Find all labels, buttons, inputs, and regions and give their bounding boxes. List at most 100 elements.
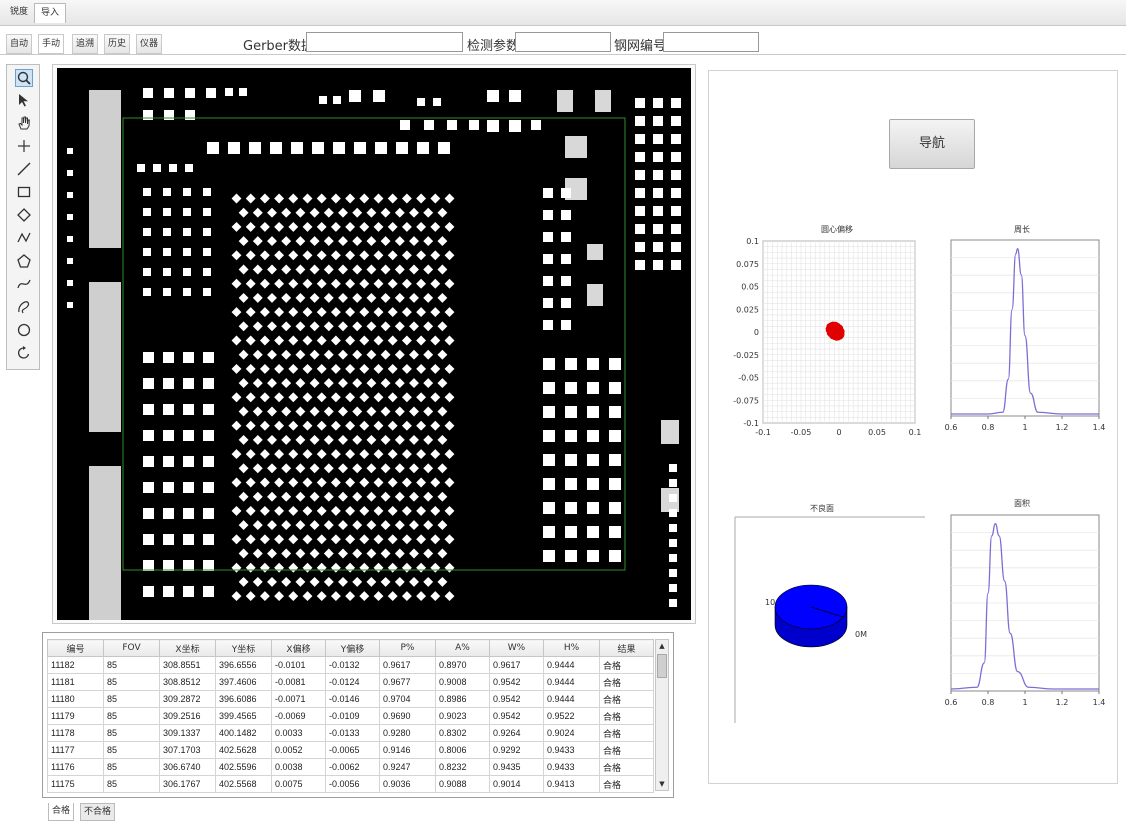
bga-pad	[380, 548, 391, 559]
bga-pad	[330, 250, 341, 261]
bga-pad	[409, 463, 419, 474]
solder-pad	[89, 466, 121, 620]
table-row[interactable]: 11175 85 306.1767 402.5568 0.0075 -0.0056 0.90…	[47, 775, 654, 793]
solder-pad	[587, 454, 599, 466]
diamond-icon[interactable]	[16, 207, 32, 223]
bga-pad	[323, 491, 334, 502]
scroll-down-icon[interactable]: ▼	[656, 778, 668, 790]
table-cell: -0.0109	[325, 707, 380, 725]
table-cell: 402.5596	[215, 758, 272, 776]
bga-pad	[316, 534, 327, 545]
rectangle-icon[interactable]	[16, 184, 32, 200]
bga-pad	[366, 207, 377, 218]
table-row[interactable]: 11178 85 309.1337 400.1482 0.0033 -0.0133 0.92…	[47, 724, 654, 742]
gerber-field[interactable]	[306, 32, 463, 52]
scroll-thumb[interactable]	[657, 654, 667, 678]
bga-pad	[430, 278, 441, 289]
solder-pad	[203, 456, 214, 467]
tab-auto[interactable]: 自动	[6, 34, 33, 54]
menu-tab-sharpness[interactable]: 锐度	[4, 3, 34, 23]
bga-pad	[366, 463, 377, 474]
bga-pad	[302, 392, 313, 403]
toolbar: 自动 手动 追溯 历史 仪器 Gerber数据 检测参数 钢网编号	[0, 30, 1126, 56]
table-cell: 0.0052	[271, 741, 326, 759]
freehand-icon[interactable]	[16, 299, 32, 315]
inspect-param-field[interactable]	[515, 32, 611, 52]
bga-pad	[330, 449, 341, 460]
rotate-icon[interactable]	[16, 345, 32, 361]
bga-pad	[409, 520, 419, 531]
bga-pad	[359, 335, 370, 346]
bga-pad	[366, 349, 377, 360]
line-icon[interactable]	[16, 161, 32, 177]
tab-fail[interactable]: 不合格	[80, 803, 116, 821]
pointer-arrow-icon[interactable]	[16, 92, 32, 108]
table-row[interactable]: 11176 85 306.6740 402.5596 0.0038 -0.0062 0.92…	[47, 758, 654, 776]
bga-pad	[373, 335, 384, 346]
solder-pad	[143, 208, 151, 216]
tab-pass[interactable]: 合格	[48, 803, 75, 821]
column-header[interactable]: H%	[543, 639, 600, 657]
bga-pad	[437, 406, 448, 417]
hand-icon[interactable]	[16, 115, 32, 131]
column-header[interactable]: A%	[435, 639, 490, 657]
bga-pad	[259, 335, 270, 346]
solder-pad	[671, 116, 681, 126]
solder-pad	[143, 378, 154, 389]
tab-manual[interactable]: 手动	[38, 34, 65, 54]
x-tick-label: 0	[836, 428, 841, 437]
solder-pad	[249, 142, 261, 154]
menu-tab-import[interactable]: 导入	[34, 3, 67, 23]
table-row[interactable]: 11181 85 308.8512 397.4606 -0.0081 -0.0124 0.9…	[47, 673, 654, 691]
column-header[interactable]: 编号	[47, 639, 104, 657]
column-header[interactable]: W%	[489, 639, 544, 657]
y-tick-label: -0.075	[733, 396, 759, 405]
bga-pad	[245, 250, 256, 261]
solder-pad	[565, 136, 587, 158]
solder-pad	[163, 586, 174, 597]
bga-pad	[423, 491, 434, 502]
column-header[interactable]: 结果	[599, 639, 654, 657]
solder-pad	[67, 236, 73, 242]
polyline-icon[interactable]	[16, 230, 32, 246]
stencil-id-field[interactable]	[663, 32, 759, 52]
solder-pad	[557, 90, 573, 112]
column-header[interactable]: Y坐标	[215, 639, 272, 657]
solder-pad	[669, 509, 677, 517]
column-header[interactable]: P%	[379, 639, 436, 657]
solder-pad	[565, 430, 577, 442]
pcb-canvas[interactable]	[57, 68, 691, 620]
table-scrollbar[interactable]: ▲ ▼	[655, 639, 669, 791]
navigate-button[interactable]: 导航	[889, 119, 975, 169]
tab-trace[interactable]: 追溯	[72, 34, 99, 54]
circle-icon[interactable]	[16, 322, 32, 338]
bga-pad	[387, 505, 398, 516]
solder-pad	[203, 188, 211, 196]
solder-pad	[183, 378, 194, 389]
curve-icon[interactable]	[16, 276, 32, 292]
bga-pad	[387, 562, 398, 573]
table-row[interactable]: 11182 85 308.8551 396.6556 -0.0101 -0.0132 0.9…	[47, 656, 654, 674]
column-header[interactable]: X坐标	[159, 639, 216, 657]
length-chart-title: 周长	[1014, 225, 1030, 234]
solder-pad	[543, 550, 555, 562]
table-row[interactable]: 11177 85 307.1703 402.5628 0.0052 -0.0065 0.91…	[47, 741, 654, 759]
column-header[interactable]: X偏移	[271, 639, 326, 657]
bga-pad	[423, 434, 434, 445]
solder-pad	[531, 120, 541, 130]
tab-instrument[interactable]: 仪器	[136, 34, 163, 54]
zoom-icon[interactable]	[15, 69, 33, 87]
solder-pad	[143, 288, 151, 296]
column-header[interactable]: Y偏移	[325, 639, 380, 657]
bga-pad	[359, 307, 370, 318]
table-cell: 0.9024	[543, 724, 600, 742]
tab-history[interactable]: 历史	[104, 34, 131, 54]
table-row[interactable]: 11179 85 309.2516 399.4565 -0.0069 -0.0109 0.9…	[47, 707, 654, 725]
bga-pad	[231, 449, 242, 460]
table-row[interactable]: 11180 85 309.2872 396.6086 -0.0071 -0.0146 0.9…	[47, 690, 654, 708]
column-header[interactable]: FOV	[103, 639, 160, 657]
scroll-up-icon[interactable]: ▲	[656, 640, 668, 652]
stencil-id-label: 钢网编号	[614, 39, 667, 54]
polygon-icon[interactable]	[16, 253, 32, 269]
crosshair-icon[interactable]	[16, 138, 32, 154]
